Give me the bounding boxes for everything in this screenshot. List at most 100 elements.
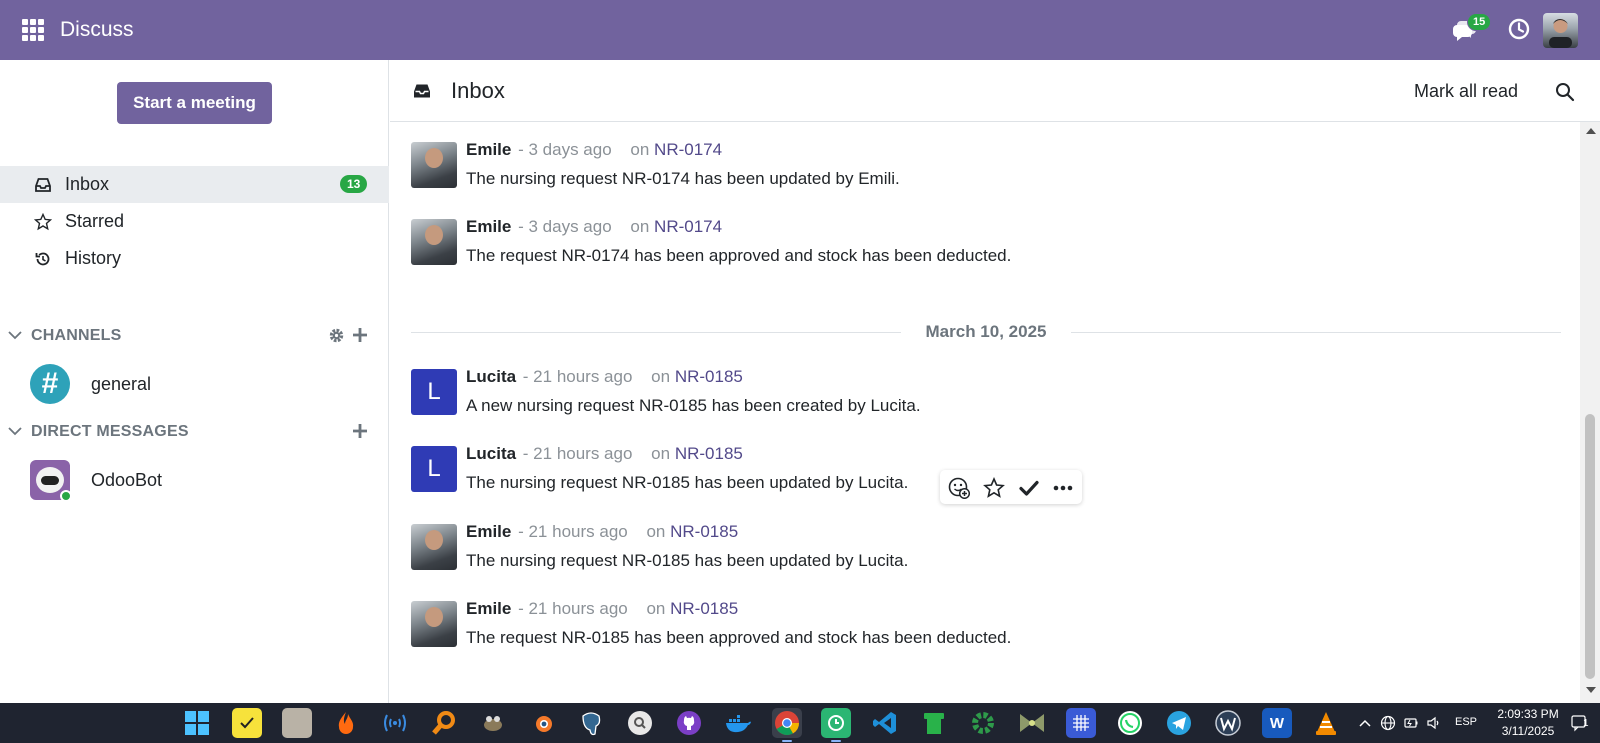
inbox-icon (414, 84, 430, 98)
direct-messages-section-header: DIRECT MESSAGES (0, 418, 389, 446)
message-item[interactable]: L Lucita - 21 hours ago on NR-0185 A new… (411, 363, 1561, 435)
author-avatar[interactable] (411, 219, 457, 265)
blender-icon[interactable] (527, 708, 557, 738)
windows-start-icon[interactable] (182, 708, 212, 738)
notification-count: 1 (1583, 718, 1589, 729)
settings-gear-app-icon[interactable] (968, 708, 998, 738)
show-hidden-icons-chevron-icon[interactable] (1357, 715, 1373, 731)
message-time: - 3 days ago (518, 217, 612, 236)
grid-app-icon[interactable] (1066, 708, 1096, 738)
message-record-link[interactable]: NR-0185 (675, 367, 743, 386)
mark-as-read-check-icon[interactable] (1018, 477, 1040, 499)
sidebar-item-label: Starred (65, 211, 125, 231)
docker-icon[interactable] (723, 708, 753, 738)
vlc-icon[interactable] (1311, 708, 1341, 738)
author-avatar[interactable] (411, 142, 457, 188)
chrome-icon[interactable] (772, 708, 802, 742)
message-author[interactable]: Emile (466, 599, 511, 618)
author-avatar[interactable] (411, 524, 457, 570)
postgresql-icon[interactable] (576, 708, 606, 738)
message-item[interactable]: Emile - 3 days ago on NR-0174 The nursin… (411, 136, 1561, 208)
direct-messages-header-label[interactable]: DIRECT MESSAGES (31, 423, 189, 441)
message-time: - 3 days ago (518, 140, 612, 159)
activity-clock-icon[interactable] (1508, 18, 1530, 40)
network-globe-icon[interactable] (1380, 715, 1396, 731)
notification-center[interactable]: 1 (1570, 714, 1592, 732)
add-channel-plus-icon[interactable] (352, 327, 368, 343)
add-direct-message-plus-icon[interactable] (352, 423, 368, 439)
gear-icon[interactable] (328, 327, 345, 344)
message-author[interactable]: Emile (466, 522, 511, 541)
search-app-icon[interactable] (625, 708, 655, 738)
message-author[interactable]: Lucita (466, 444, 516, 463)
pipe-app-icon[interactable] (919, 708, 949, 738)
message-item[interactable]: Emile - 21 hours ago on NR-0185 The requ… (411, 595, 1561, 667)
scroll-down-arrow-icon[interactable] (1586, 687, 1596, 693)
channel-label: general (91, 374, 152, 394)
message-author[interactable]: Emile (466, 140, 511, 159)
scrollbar-thumb[interactable] (1585, 414, 1595, 679)
battery-icon[interactable] (1403, 715, 1419, 731)
author-avatar[interactable]: L (411, 369, 457, 415)
github-icon[interactable] (674, 708, 704, 738)
mark-all-read-button[interactable]: Mark all read (1414, 81, 1518, 102)
message-record-link[interactable]: NR-0185 (675, 444, 743, 463)
vscode-icon[interactable] (870, 708, 900, 738)
message-on-label: on (646, 522, 666, 541)
message-record-link[interactable]: NR-0185 (670, 599, 738, 618)
channels-header-label[interactable]: CHANNELS (31, 327, 122, 345)
windows-taskbar: W ESP 2:09:33 PM 3/11/2025 1 (0, 703, 1600, 743)
inbox-counter-badge: 13 (340, 175, 368, 193)
sticky-notes-icon[interactable] (232, 708, 262, 738)
message-record-link[interactable]: NR-0185 (670, 522, 738, 541)
online-status-dot (60, 490, 72, 502)
keyboard-language-indicator[interactable]: ESP (1455, 716, 1477, 728)
search-icon[interactable] (1555, 82, 1575, 102)
camo-app-icon[interactable] (1017, 708, 1047, 738)
search-tool-icon[interactable] (429, 708, 459, 738)
message-time: - 21 hours ago (518, 599, 628, 618)
direct-message-odoobot[interactable]: OdooBot (0, 456, 389, 504)
message-author[interactable]: Emile (466, 217, 511, 236)
file-manager-icon[interactable] (282, 708, 312, 738)
message-author[interactable]: Lucita (466, 367, 516, 386)
chevron-down-icon[interactable] (8, 424, 22, 438)
author-avatar[interactable] (411, 601, 457, 647)
date-separator-label: March 10, 2025 (911, 322, 1061, 342)
page-title: Inbox (451, 78, 505, 103)
message-record-link[interactable]: NR-0174 (654, 140, 722, 159)
add-reaction-icon[interactable] (948, 477, 970, 499)
sidebar-item-label: History (65, 248, 122, 268)
word-icon[interactable]: W (1262, 708, 1292, 738)
message-on-label: on (630, 140, 650, 159)
message-item[interactable]: Emile - 3 days ago on NR-0174 The reques… (411, 213, 1561, 285)
star-icon[interactable] (983, 477, 1005, 499)
firefox-icon[interactable] (331, 708, 361, 738)
apps-grid-icon[interactable] (22, 19, 44, 41)
sidebar-item-inbox[interactable]: Inbox 13 (0, 166, 389, 203)
taskbar-clock[interactable]: 2:09:33 PM 3/11/2025 (1488, 706, 1568, 740)
chevron-down-icon[interactable] (8, 328, 22, 342)
whatsapp-icon[interactable] (1115, 708, 1145, 738)
app-title[interactable]: Discuss (60, 18, 134, 42)
wireless-tool-icon[interactable] (380, 708, 410, 738)
message-item[interactable]: Emile - 21 hours ago on NR-0185 The nurs… (411, 518, 1561, 590)
start-meeting-button[interactable]: Start a meeting (117, 82, 272, 124)
volume-icon[interactable] (1426, 715, 1442, 731)
direct-message-label: OdooBot (91, 470, 163, 490)
channel-item-general[interactable]: # general (0, 360, 389, 408)
date-separator: March 10, 2025 (411, 319, 1561, 349)
sidebar-item-starred[interactable]: Starred (0, 203, 389, 240)
gimp-icon[interactable] (478, 708, 508, 738)
telegram-icon[interactable] (1164, 708, 1194, 738)
sidebar-item-history[interactable]: History (0, 240, 389, 277)
message-record-link[interactable]: NR-0174 (654, 217, 722, 236)
taskbar-time: 2:09:33 PM (1497, 707, 1559, 721)
vertical-scrollbar[interactable] (1580, 122, 1600, 703)
user-avatar[interactable] (1543, 13, 1578, 48)
author-avatar[interactable]: L (411, 446, 457, 492)
more-options-icon[interactable] (1052, 477, 1074, 499)
clock-app-icon[interactable] (821, 708, 851, 742)
scroll-up-arrow-icon[interactable] (1586, 128, 1596, 134)
wps-icon[interactable] (1213, 708, 1243, 738)
